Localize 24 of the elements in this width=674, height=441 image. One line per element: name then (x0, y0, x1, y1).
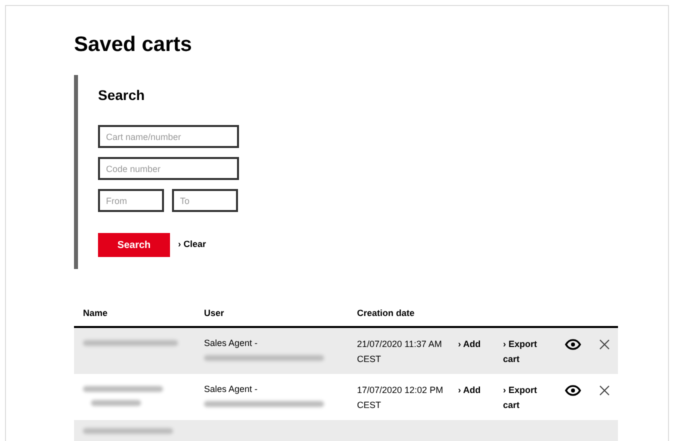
date-field[interactable]: From (98, 189, 164, 212)
view-icon[interactable] (565, 339, 581, 350)
close-icon[interactable] (599, 339, 610, 350)
creation-date: 17/07/2020 12:02 PM CEST (357, 384, 444, 412)
search-heading: Search (98, 86, 146, 105)
column-header: Creation date (357, 307, 416, 320)
creation-date: 21/07/2020 11:37 AM CEST (357, 338, 443, 366)
export-link[interactable]: › Export cart (503, 337, 555, 374)
column-header: Name (82, 307, 109, 320)
text-field[interactable]: Cart name/number (98, 125, 239, 148)
clear-link[interactable]: › Clear (178, 238, 206, 252)
view-icon[interactable] (565, 385, 581, 396)
add-link[interactable]: › Add (458, 383, 503, 420)
redacted-text (91, 400, 141, 406)
export-link[interactable]: › Export cart (503, 383, 555, 420)
user-role: Sales Agent - (204, 383, 259, 395)
page-title: Saved carts (74, 32, 193, 58)
search-button[interactable]: Search (98, 233, 170, 257)
close-icon[interactable] (599, 385, 610, 396)
text-field[interactable]: Code number (98, 157, 239, 180)
add-link[interactable]: › Add (458, 337, 503, 374)
column-header: User (204, 307, 226, 320)
date-field[interactable]: To (172, 189, 238, 212)
user-role: Sales Agent - (204, 337, 259, 349)
